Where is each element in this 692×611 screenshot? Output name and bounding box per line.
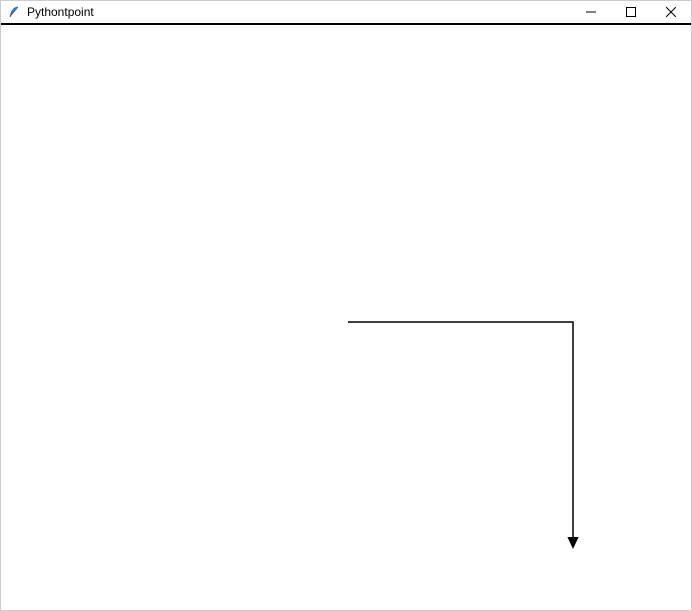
minimize-icon (586, 7, 596, 17)
window-title: Pythontpoint (27, 5, 94, 19)
application-window: Pythontpoint (0, 0, 692, 611)
canvas-area (1, 25, 691, 610)
titlebar[interactable]: Pythontpoint (1, 1, 691, 25)
turtle-drawing (1, 25, 691, 610)
maximize-icon (626, 7, 636, 17)
window-controls (571, 1, 691, 23)
titlebar-left: Pythontpoint (1, 5, 94, 19)
maximize-button[interactable] (611, 1, 651, 23)
feather-icon (7, 5, 21, 19)
minimize-button[interactable] (571, 1, 611, 23)
close-button[interactable] (651, 1, 691, 23)
close-icon (666, 7, 676, 17)
